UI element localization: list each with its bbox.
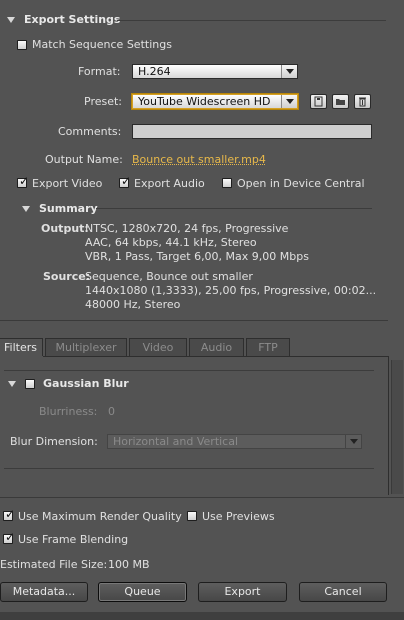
header-divider <box>117 20 386 21</box>
summary-output-line-1: NTSC, 1280x720, 24 fps, Progressive <box>85 222 289 235</box>
tab-ftp[interactable]: FTP <box>246 338 290 356</box>
checkmark-icon: ✓ <box>121 174 132 188</box>
export-audio-label: Export Audio <box>134 177 205 190</box>
gaussian-blur-collapse-triangle-icon[interactable] <box>8 381 16 387</box>
use-previews-label: Use Previews <box>202 510 275 523</box>
summary-output-label: Output: <box>41 222 89 235</box>
tab-audio[interactable]: Audio <box>189 338 244 356</box>
summary-title: Summary <box>39 202 98 215</box>
preset-dropdown-arrow-icon <box>281 95 297 108</box>
settings-bottom-divider <box>0 320 388 321</box>
gaussian-blur-label: Gaussian Blur <box>43 377 129 390</box>
export-settings-title: Export Settings <box>24 13 121 26</box>
frame-blending-checkbox[interactable]: ✓ <box>3 530 16 544</box>
estimated-size-label: Estimated File Size: <box>0 558 108 571</box>
summary-collapse-triangle-icon[interactable] <box>22 206 30 212</box>
export-button[interactable]: Export <box>198 582 287 602</box>
summary-source-line-3: 48000 Hz, Stereo <box>85 298 181 311</box>
device-central-checkbox[interactable] <box>222 178 232 188</box>
tab-video[interactable]: Video <box>129 338 187 356</box>
delete-preset-icon[interactable] <box>354 94 371 109</box>
scrollbar[interactable] <box>391 360 403 494</box>
export-video-checkbox[interactable]: ✓ <box>17 174 30 188</box>
filters-inner-bottom-line <box>4 468 374 469</box>
match-sequence-checkbox[interactable] <box>17 40 27 50</box>
blur-dimension-label: Blur Dimension: <box>10 435 98 448</box>
match-sequence-label: Match Sequence Settings <box>32 38 172 51</box>
checkmark-icon: ✓ <box>5 530 16 544</box>
estimated-size-value: 100 MB <box>108 558 150 571</box>
blurriness-value[interactable]: 0 <box>108 405 115 418</box>
tab-multiplexer[interactable]: Multiplexer <box>45 338 127 356</box>
use-previews-checkbox[interactable] <box>187 511 197 521</box>
format-label: Format: <box>78 65 121 78</box>
blur-dimension-dropdown-arrow-icon <box>345 435 361 448</box>
import-preset-icon[interactable] <box>332 94 349 109</box>
cancel-button[interactable]: Cancel <box>299 582 387 602</box>
summary-source-label: Source: <box>43 270 91 283</box>
preset-label: Preset: <box>84 95 123 108</box>
format-select[interactable]: H.264 <box>132 64 298 79</box>
preset-select[interactable]: YouTube Widescreen HD <box>132 94 298 109</box>
filters-panel: Gaussian Blur Blurriness: 0 Blur Dimensi… <box>0 357 389 495</box>
blur-dimension-select[interactable]: Horizontal and Vertical <box>107 434 362 449</box>
output-name-link[interactable]: Bounce out smaller.mp4 <box>132 153 266 166</box>
frame-blending-label: Use Frame Blending <box>18 533 129 546</box>
max-render-quality-label: Use Maximum Render Quality <box>18 510 182 523</box>
metadata-button[interactable]: Metadata... <box>0 582 88 602</box>
preset-value: YouTube Widescreen HD <box>138 95 271 108</box>
summary-divider <box>96 208 372 209</box>
gaussian-blur-checkbox[interactable] <box>25 379 35 389</box>
format-dropdown-arrow-icon <box>281 65 297 78</box>
output-name-label: Output Name: <box>45 153 123 166</box>
summary-source-line-1: Sequence, Bounce out smaller <box>85 270 253 283</box>
save-preset-icon[interactable] <box>310 94 327 109</box>
summary-output-line-3: VBR, 1 Pass, Target 6,00, Max 9,00 Mbps <box>85 250 309 263</box>
options-top-divider <box>0 497 404 498</box>
checkmark-icon: ✓ <box>5 507 16 521</box>
max-render-quality-checkbox[interactable]: ✓ <box>3 507 16 521</box>
device-central-label: Open in Device Central <box>237 177 365 190</box>
summary-output-line-2: AAC, 64 kbps, 44.1 kHz, Stereo <box>85 236 257 249</box>
collapse-triangle-icon[interactable] <box>7 17 15 23</box>
comments-label: Comments: <box>58 125 122 138</box>
export-audio-checkbox[interactable]: ✓ <box>119 174 132 188</box>
comments-field[interactable] <box>132 124 372 139</box>
filters-inner-top-line <box>4 370 374 371</box>
format-value: H.264 <box>138 65 171 78</box>
blurriness-label: Blurriness: <box>39 405 98 418</box>
queue-button[interactable]: Queue <box>98 582 187 602</box>
checkmark-icon: ✓ <box>19 174 30 188</box>
summary-source-line-2: 1440x1080 (1,3333), 25,00 fps, Progressi… <box>85 284 377 297</box>
bottom-strip <box>0 612 404 620</box>
tab-filters[interactable]: Filters <box>0 338 43 356</box>
export-video-label: Export Video <box>32 177 103 190</box>
blur-dimension-value: Horizontal and Vertical <box>113 435 239 448</box>
